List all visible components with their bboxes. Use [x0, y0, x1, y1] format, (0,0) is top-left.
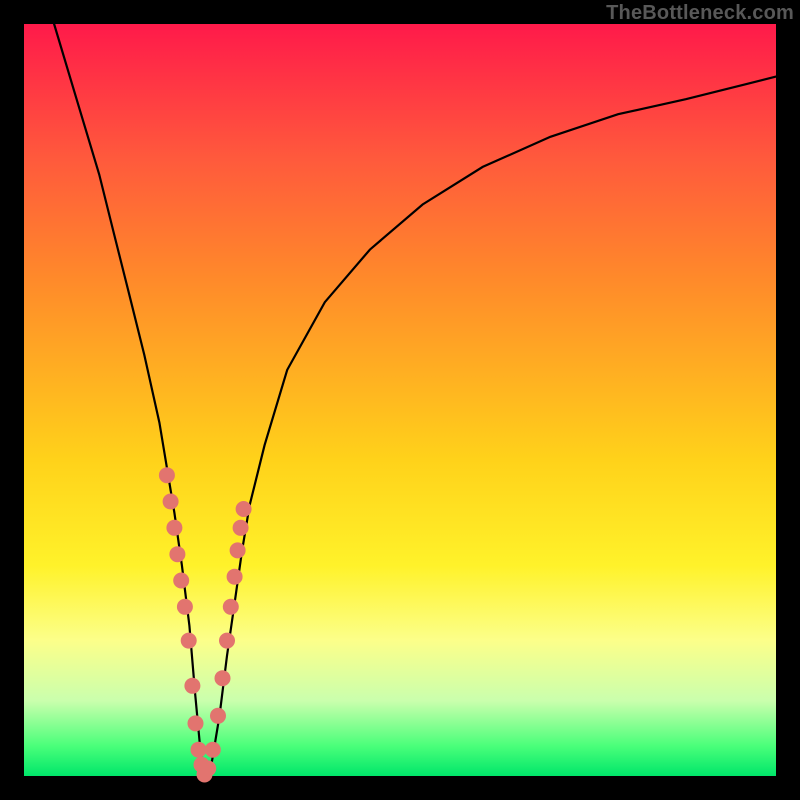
- marker-point: [236, 501, 252, 517]
- marker-point: [188, 715, 204, 731]
- marker-point: [184, 678, 200, 694]
- marker-group: [159, 467, 252, 782]
- marker-point: [191, 742, 207, 758]
- marker-point: [227, 569, 243, 585]
- marker-point: [169, 546, 185, 562]
- bottleneck-curve: [54, 24, 776, 776]
- marker-point: [177, 599, 193, 615]
- marker-point: [159, 467, 175, 483]
- marker-point: [200, 761, 216, 777]
- marker-point: [205, 742, 221, 758]
- marker-point: [230, 542, 246, 558]
- marker-point: [223, 599, 239, 615]
- marker-point: [233, 520, 249, 536]
- chart-svg: [24, 24, 776, 776]
- marker-point: [181, 633, 197, 649]
- marker-point: [210, 708, 226, 724]
- marker-point: [215, 670, 231, 686]
- marker-point: [219, 633, 235, 649]
- marker-point: [166, 520, 182, 536]
- marker-point: [173, 573, 189, 589]
- watermark-text: TheBottleneck.com: [606, 2, 794, 25]
- marker-point: [163, 494, 179, 510]
